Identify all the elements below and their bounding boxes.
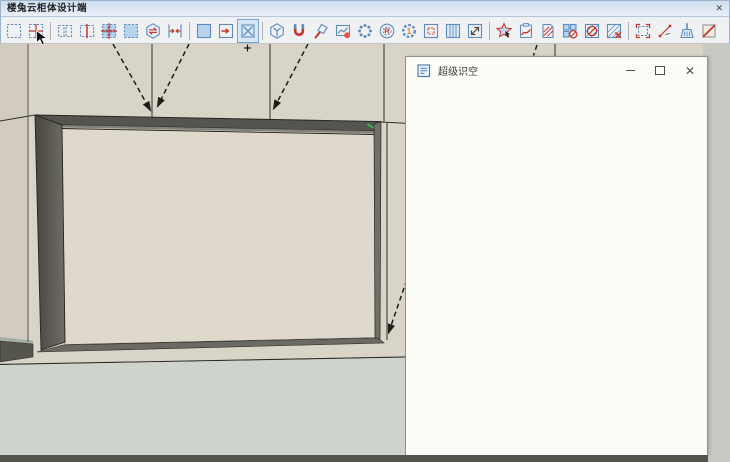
toolbar-titlebar[interactable]: 楼兔云柜体设计端 ✕ [1, 1, 729, 17]
toolbar-button-solid-panel[interactable] [193, 19, 215, 43]
toolbar-button-select-region[interactable] [3, 19, 25, 43]
toolbar-button-panel-lines[interactable] [442, 19, 464, 43]
dialog-document-icon [417, 64, 431, 78]
toolbar-separator [489, 22, 490, 40]
frame-right-jamb [374, 122, 381, 342]
toolbar-separator [262, 22, 263, 40]
toolbar-button-hex-swap[interactable] [142, 19, 164, 43]
plugin-toolbar-window: 楼兔云柜体设计端 ✕ R1 [0, 0, 730, 44]
svg-text:1: 1 [407, 27, 412, 36]
toolbar-button-magnet[interactable] [288, 19, 310, 43]
floor [0, 358, 410, 462]
toolbar-button-dot-wheel[interactable] [354, 19, 376, 43]
maximize-button[interactable] [654, 64, 666, 78]
dialog-window: 超级识空 ✕ [405, 56, 708, 456]
toolbar-button-hatch-ban[interactable] [581, 19, 603, 43]
dialog-titlebar[interactable]: 超级识空 ✕ [406, 57, 707, 84]
toolbar-separator [189, 22, 190, 40]
toolbar-button-r-badge[interactable]: R [376, 19, 398, 43]
toolbar-button-shrink-width[interactable] [164, 19, 186, 43]
toolbar-button-broom-clean[interactable] [676, 19, 698, 43]
toolbar-button-hatch-sheet[interactable] [537, 19, 559, 43]
wall-left-return [0, 44, 28, 346]
toolbar-button-gear-one[interactable]: 1 [398, 19, 420, 43]
toolbar-button-hatch-error[interactable] [603, 19, 625, 43]
dialog-controls: ✕ [624, 64, 707, 78]
toolbar-button-hex-axis[interactable] [266, 19, 288, 43]
toolbar-button-scale-xy[interactable] [237, 19, 259, 43]
toolbar-button-inner-frame[interactable] [420, 19, 442, 43]
niche-back-panel [62, 129, 377, 345]
minimize-button[interactable] [624, 64, 636, 78]
toolbar-button-clipboard-report[interactable] [515, 19, 537, 43]
toolbar-button-dimension-line[interactable] [654, 19, 676, 43]
toolbar-button-split-columns[interactable] [54, 19, 76, 43]
toolbar-icon-row: R1 [1, 17, 729, 44]
toolbar-button-fill-region[interactable] [120, 19, 142, 43]
toolbar-separator [50, 22, 51, 40]
toolbar-button-center-divider[interactable] [76, 19, 98, 43]
dialog-title: 超级识空 [438, 63, 624, 78]
toolbar-button-slash-square[interactable] [698, 19, 720, 43]
toolbar-button-paint-brush[interactable] [310, 19, 332, 43]
app-window: 楼兔云柜体设计端 ✕ R1 [0, 0, 730, 462]
toolbar-button-corner-frame[interactable] [632, 19, 654, 43]
toolbar-button-star-pick[interactable] [493, 19, 515, 43]
toolbar-button-expand-arrows[interactable] [464, 19, 486, 43]
toolbar-button-grid-cross[interactable] [98, 19, 120, 43]
close-button[interactable]: ✕ [684, 64, 696, 78]
toolbar-button-tiles-ban[interactable] [559, 19, 581, 43]
svg-text:R: R [384, 26, 390, 35]
toolbar-separator [628, 22, 629, 40]
dialog-body [406, 84, 707, 455]
toolbar-button-image-stamp[interactable] [332, 19, 354, 43]
toolbar-close-icon[interactable]: ✕ [715, 1, 723, 16]
toolbar-button-section-cursor[interactable] [25, 19, 47, 43]
toolbar-title: 楼兔云柜体设计端 [7, 1, 87, 16]
toolbar-button-edge-arrow[interactable] [215, 19, 237, 43]
